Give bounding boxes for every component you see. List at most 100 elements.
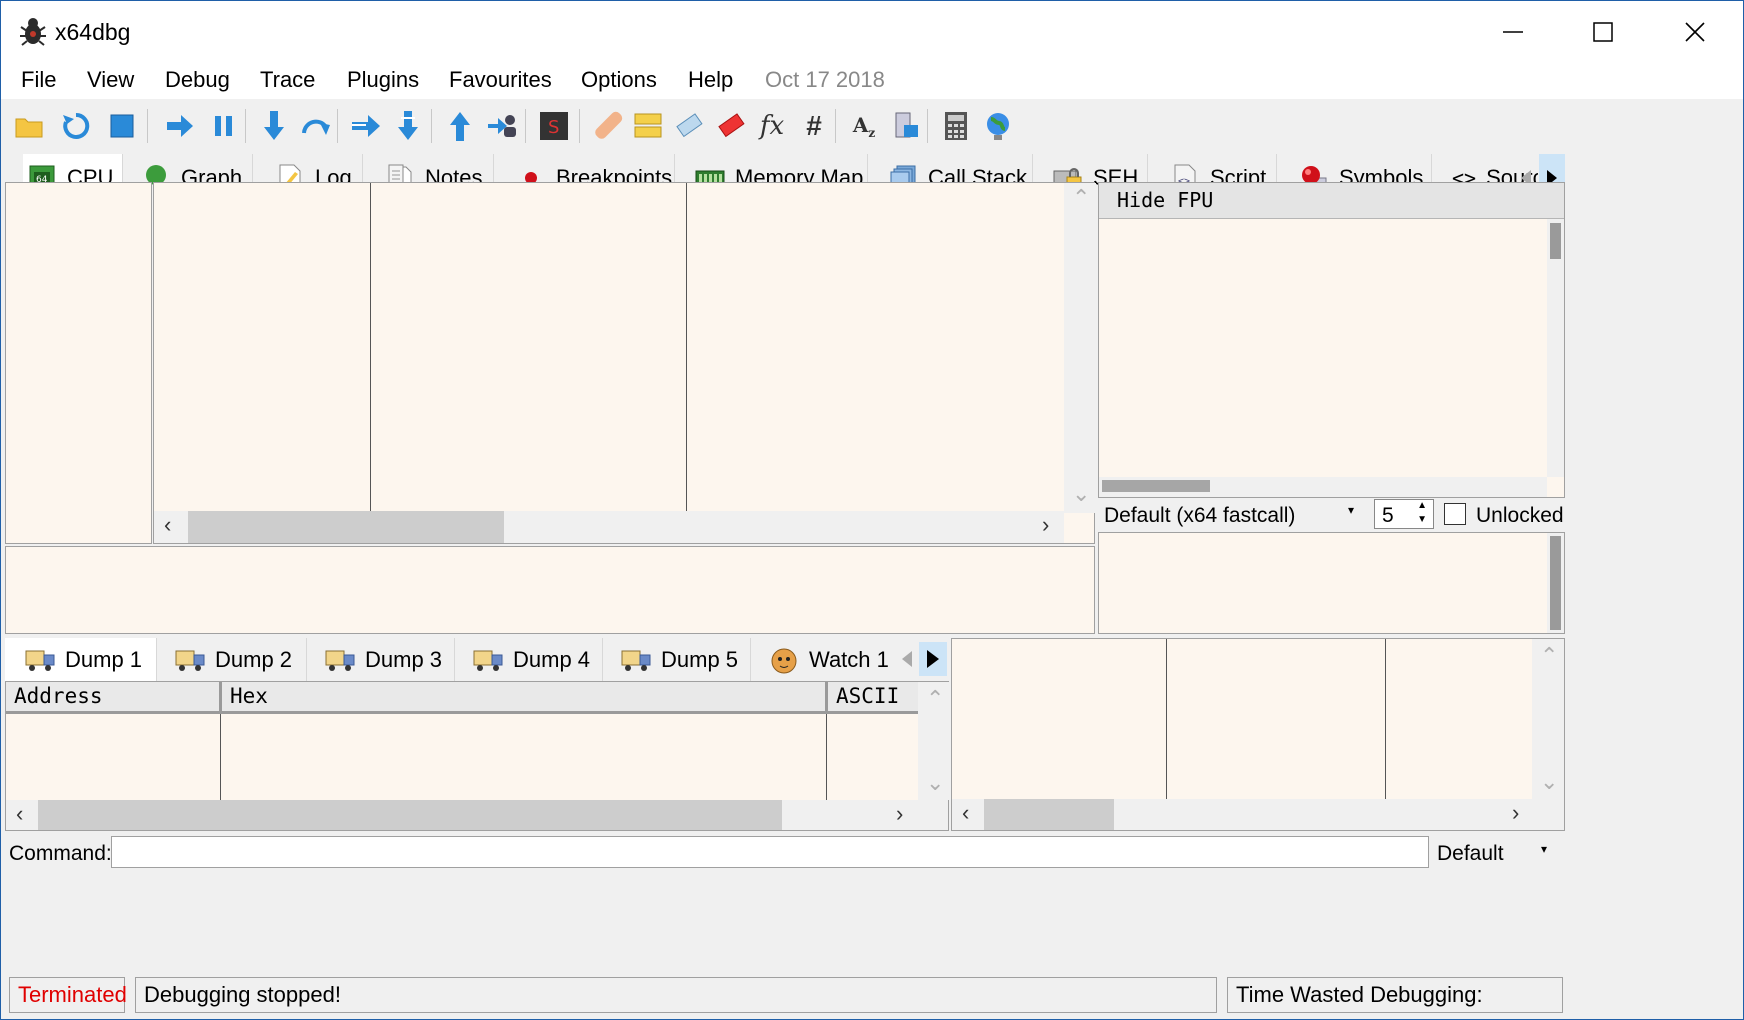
stop-icon[interactable] <box>105 109 139 143</box>
menu-options[interactable]: Options <box>581 67 657 93</box>
dump-col-address[interactable]: Address <box>6 682 222 714</box>
x64dbg-window: x64dbg File View Debug Trace Plugins Fav… <box>0 0 1744 1020</box>
tab-label: Dump 5 <box>661 646 739 672</box>
functions-icon[interactable]: fx <box>755 109 789 143</box>
memory-map-icon[interactable] <box>889 109 923 143</box>
chevron-down-icon: ▾ <box>1541 842 1548 856</box>
tab-label: Dump 2 <box>215 646 293 672</box>
tab-dump-1[interactable]: Dump 1 <box>5 638 157 681</box>
minimize-button[interactable] <box>1467 1 1559 63</box>
registers-hscroll[interactable] <box>1099 477 1547 497</box>
open-icon[interactable] <box>13 109 47 143</box>
window-title: x64dbg <box>55 19 131 45</box>
unlocked-checkbox[interactable] <box>1444 503 1466 525</box>
status-bar: Terminated Debugging stopped! Time Waste… <box>1 973 1743 1019</box>
menu-plugins[interactable]: Plugins <box>347 67 419 93</box>
internet-icon[interactable] <box>981 109 1015 143</box>
cpu-sidebar-pane <box>5 182 152 544</box>
run-to-selection-icon[interactable] <box>443 109 477 143</box>
calling-convention-select[interactable]: Default (x64 fastcall) ▾ <box>1098 499 1364 531</box>
dump-tab-scroll-right-icon[interactable] <box>919 642 947 676</box>
menu-view[interactable]: View <box>87 67 134 93</box>
maximize-button[interactable] <box>1557 1 1649 63</box>
close-icon <box>1685 22 1705 42</box>
command-input[interactable] <box>111 836 1429 868</box>
calculator-icon[interactable] <box>939 109 973 143</box>
truck-icon <box>621 645 651 675</box>
arg-count-value: 5 <box>1382 504 1394 527</box>
time-wasted-display: Time Wasted Debugging: 0:00:00:00 <box>1227 977 1563 1019</box>
menu-trace[interactable]: Trace <box>260 67 315 93</box>
menu-file[interactable]: File <box>21 67 56 93</box>
restart-icon[interactable] <box>59 109 93 143</box>
command-label: Command: <box>9 842 112 865</box>
dump-tab-scroll-left-icon[interactable] <box>897 646 917 672</box>
dump-hscroll[interactable]: ‹ › <box>6 800 948 830</box>
dump-col-ascii[interactable]: ASCII <box>828 682 918 714</box>
truck-icon <box>325 645 355 675</box>
info-pane <box>5 546 1095 634</box>
stack-hscroll[interactable]: ‹ › <box>952 799 1564 830</box>
title-bar: x64dbg <box>1 1 1743 63</box>
arguments-controls: Default (x64 fastcall) ▾ 5 ▲ ▼ Unlocked <box>1098 499 1565 531</box>
hide-fpu-button[interactable]: Hide FPU <box>1099 183 1564 219</box>
watch-face-icon <box>769 645 799 675</box>
tab-dump-5[interactable]: Dump 5 <box>603 638 751 681</box>
command-mode-select[interactable]: Default ▾ <box>1429 836 1563 868</box>
arguments-pane[interactable] <box>1098 532 1565 634</box>
execute-till-return-icon[interactable] <box>391 109 425 143</box>
menu-debug[interactable]: Debug <box>165 67 230 93</box>
debug-state-badge: Terminated <box>9 977 127 1013</box>
maximize-icon <box>1593 22 1613 42</box>
tab-dump-2[interactable]: Dump 2 <box>157 638 307 681</box>
disassembly-pane[interactable]: ⌃ ⌄ ‹ › <box>153 182 1096 544</box>
comments-icon[interactable] <box>631 109 665 143</box>
status-message: Debugging stopped! <box>135 977 1217 1013</box>
svg-text:S: S <box>548 117 559 138</box>
chevron-down-icon: ▾ <box>1348 503 1355 517</box>
truck-icon <box>175 645 205 675</box>
tab-dump-4[interactable]: Dump 4 <box>455 638 603 681</box>
spin-up-icon[interactable]: ▲ <box>1417 500 1427 511</box>
arg-count-spinbox[interactable]: 5 ▲ ▼ <box>1374 499 1434 529</box>
hide-fpu-label: Hide FPU <box>1117 188 1214 212</box>
spin-down-icon[interactable]: ▼ <box>1417 514 1427 525</box>
truck-icon <box>473 645 503 675</box>
step-into-icon[interactable] <box>257 109 291 143</box>
arguments-vscroll[interactable] <box>1547 533 1564 633</box>
bookmarks-icon[interactable] <box>715 109 749 143</box>
disassembly-hscroll[interactable]: ‹ › <box>154 511 1064 543</box>
dump-vscroll[interactable]: ⌃ ⌄ <box>918 682 950 800</box>
tab-dump-3[interactable]: Dump 3 <box>307 638 455 681</box>
variables-icon[interactable]: # <box>797 109 831 143</box>
close-button[interactable] <box>1649 1 1741 63</box>
command-bar: Command: Default ▾ <box>1 833 1743 871</box>
menu-bar: File View Debug Trace Plugins Favourites… <box>1 63 1743 99</box>
registers-pane[interactable]: Hide FPU <box>1098 182 1565 498</box>
run-to-user-code-icon[interactable] <box>349 109 383 143</box>
dump-pane[interactable]: Address Hex ASCII ⌃ ⌄ ‹ › <box>5 681 950 831</box>
command-mode-value: Default <box>1437 842 1504 865</box>
dump-col-hex[interactable]: Hex <box>222 682 828 714</box>
status-message-text: Debugging stopped! <box>144 982 341 1007</box>
scylla-icon[interactable]: S <box>537 109 571 143</box>
tab-watch-1[interactable]: Watch 1 <box>751 638 899 681</box>
pause-icon[interactable] <box>207 109 241 143</box>
menu-favourites[interactable]: Favourites <box>449 67 552 93</box>
toolbar: S fx # Az <box>1 99 1743 155</box>
labels-icon[interactable] <box>673 109 707 143</box>
patch-icon[interactable] <box>591 109 625 143</box>
debug-state-text: Terminated <box>18 982 127 1007</box>
strings-icon[interactable]: Az <box>847 109 881 143</box>
registers-vscroll[interactable] <box>1547 219 1564 477</box>
unlocked-label: Unlocked <box>1476 504 1564 527</box>
minimize-icon <box>1503 31 1523 33</box>
disassembly-vscroll[interactable]: ⌃ ⌄ <box>1064 183 1096 513</box>
step-over-icon[interactable] <box>299 109 333 143</box>
run-icon[interactable] <box>163 109 197 143</box>
stack-pane[interactable]: ⌃ ⌄ ‹ › <box>951 638 1565 831</box>
stack-vscroll[interactable]: ⌃ ⌄ <box>1532 639 1564 799</box>
truck-icon <box>25 645 55 675</box>
trace-into-icon[interactable] <box>485 109 519 143</box>
menu-help[interactable]: Help <box>688 67 733 93</box>
